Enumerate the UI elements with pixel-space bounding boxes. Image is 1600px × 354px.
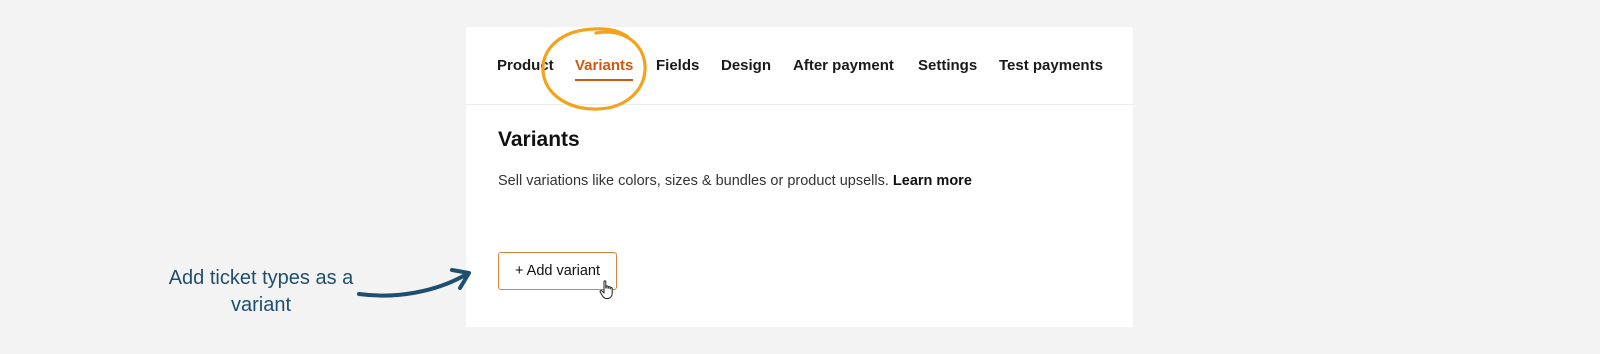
learn-more-link[interactable]: Learn more (893, 173, 972, 189)
tab-design-label: Design (721, 57, 772, 74)
annotation-text: Add ticket types as a variant (168, 267, 354, 316)
description-text: Sell variations like colors, sizes & bun… (498, 173, 889, 189)
variants-description: Sell variations like colors, sizes & bun… (498, 170, 978, 192)
tab-settings[interactable]: Settings (918, 57, 977, 74)
tab-design[interactable]: Design (721, 57, 771, 74)
tab-after-payment[interactable]: After payment (793, 57, 894, 74)
page-title: Variants (498, 128, 580, 151)
curved-arrow-icon (357, 268, 471, 298)
hand-drawn-circle-icon (541, 27, 647, 111)
tab-test-payments[interactable]: Test payments (999, 57, 1103, 74)
hand-pointer-icon (599, 280, 613, 299)
tab-fields[interactable]: Fields (656, 57, 699, 74)
tab-settings-label: Settings (918, 57, 978, 74)
tab-test-payments-label: Test payments (999, 57, 1103, 74)
tab-fields-label: Fields (656, 57, 700, 74)
tab-after-payment-label: After payment (793, 57, 894, 74)
